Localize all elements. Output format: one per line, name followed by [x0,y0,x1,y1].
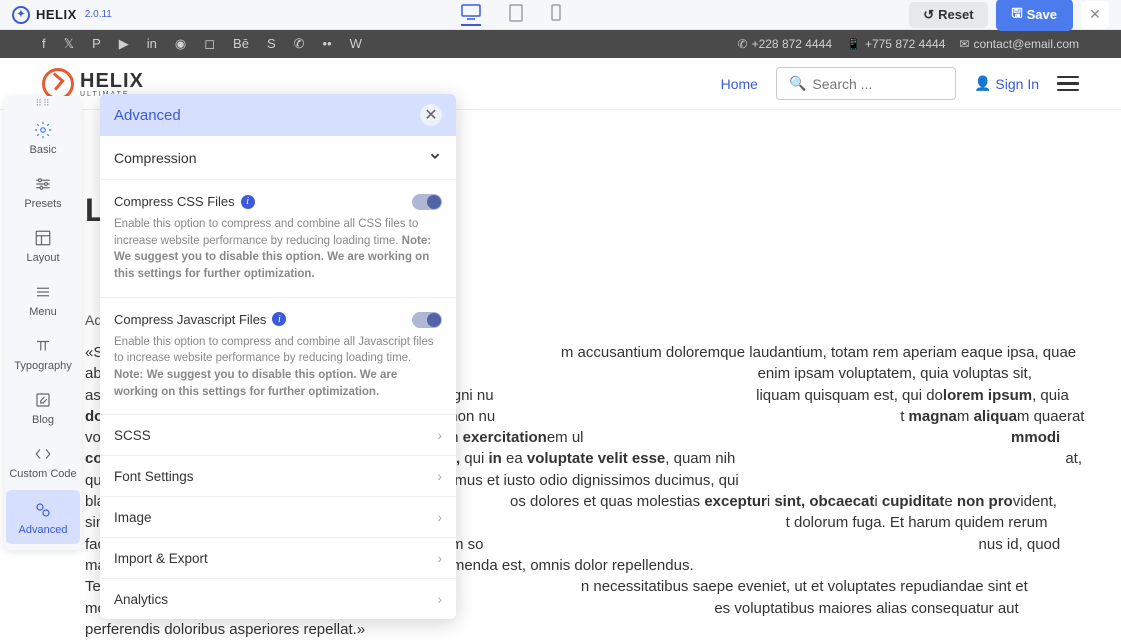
info-icon[interactable]: i [241,195,255,209]
compress-css-label: Compress CSS Filesi [114,194,255,209]
sidebar-item-layout[interactable]: Layout [4,218,82,272]
search-input[interactable]: 🔍 [776,67,956,100]
code-icon [33,444,53,464]
reset-icon: ↺ [923,7,934,23]
sidebar-label: Basic [30,144,57,156]
save-button[interactable]: 🖫Save [996,0,1073,31]
tablet-icon[interactable] [509,4,523,26]
mobile-phone-icon: 📱 [846,37,861,51]
site-logo-text: HELIX [80,70,144,93]
info-icon[interactable]: i [272,312,286,326]
sidebar-label: Advanced [19,524,68,536]
sidebar: ⠿⠿ Basic Presets Layout Menu Typography … [4,96,82,550]
compress-css-desc: Enable this option to compress and combi… [114,216,442,283]
type-icon [33,336,53,356]
panel-header: Advanced ✕ [100,94,456,136]
sidebar-label: Presets [24,198,61,210]
drag-handle-icon[interactable]: ⠿⠿ [4,96,82,110]
close-app-button[interactable]: ✕ [1081,1,1109,29]
advanced-icon [33,500,53,520]
sidebar-label: Typography [14,360,71,372]
flickr-icon[interactable]: •• [323,36,332,52]
panel-item-analytics[interactable]: Analytics› [100,579,456,619]
menu-icon [33,282,53,302]
sidebar-label: Menu [29,306,57,318]
skype-icon[interactable]: S [267,36,276,52]
phone-icon: ✆ [738,37,748,51]
sidebar-item-presets[interactable]: Presets [4,164,82,218]
layout-icon [33,228,53,248]
app-logo-text: HELIX [36,7,77,22]
compress-js-label: Compress Javascript Filesi [114,312,286,327]
compress-css-toggle[interactable] [412,194,442,210]
contact-email[interactable]: ✉contact@email.com [959,37,1079,51]
edit-icon [33,390,53,410]
app-logo: ✦ HELIX 2.0.11 [12,6,112,24]
compress-css-block: Compress CSS Filesi Enable this option t… [100,180,456,298]
reset-button[interactable]: ↺Reset [909,2,987,28]
chevron-right-icon: › [437,509,442,525]
chevron-right-icon: › [437,550,442,566]
desktop-icon[interactable] [461,4,481,26]
sidebar-item-typography[interactable]: Typography [4,326,82,380]
sidebar-item-custom-code[interactable]: Custom Code [4,434,82,488]
panel-close-button[interactable]: ✕ [420,104,442,126]
panel-item-font[interactable]: Font Settings› [100,456,456,497]
panel-title: Advanced [114,107,181,124]
chevron-right-icon: › [437,468,442,484]
mobile-icon[interactable] [551,4,561,26]
linkedin-icon[interactable]: in [147,36,157,52]
chevron-right-icon: › [437,427,442,443]
user-icon: 👤 [974,75,991,92]
whatsapp-icon[interactable]: ✆ [294,36,305,52]
advanced-panel: Advanced ✕ Compression Compress CSS File… [100,94,456,619]
compress-js-toggle[interactable] [412,312,442,328]
sidebar-item-menu[interactable]: Menu [4,272,82,326]
sidebar-label: Blog [32,414,54,426]
mail-icon: ✉ [959,37,969,51]
sidebar-label: Layout [26,252,59,264]
save-icon: 🖫 [1012,4,1023,26]
compression-section[interactable]: Compression [100,136,456,180]
sidebar-item-basic[interactable]: Basic [4,110,82,164]
device-switcher [461,4,561,26]
pinterest-icon[interactable]: P [92,36,101,52]
search-icon: 🔍 [789,75,806,92]
chevron-down-icon [428,149,442,166]
panel-item-import-export[interactable]: Import & Export› [100,538,456,579]
app-version: 2.0.11 [85,9,112,20]
search-field[interactable] [812,76,943,92]
sidebar-label: Custom Code [9,468,76,480]
facebook-icon[interactable]: f [42,36,46,52]
instagram-icon[interactable]: ◻ [204,36,215,52]
sliders-icon [33,174,53,194]
section-label: Compression [114,150,196,166]
dribbble-icon[interactable]: ◉ [175,36,186,52]
chevron-right-icon: › [437,591,442,607]
phone2[interactable]: 📱+775 872 4444 [846,37,945,51]
menu-toggle[interactable] [1057,76,1079,92]
phone1[interactable]: ✆+228 872 4444 [738,37,832,51]
vk-icon[interactable]: W [350,36,362,52]
sidebar-item-blog[interactable]: Blog [4,380,82,434]
compress-js-desc: Enable this option to compress and combi… [114,334,442,401]
helix-logo-icon: ✦ [12,6,30,24]
app-topbar: ✦ HELIX 2.0.11 ↺Reset 🖫Save ✕ [0,0,1121,30]
signin-link[interactable]: 👤Sign In [974,75,1039,92]
compress-js-block: Compress Javascript Filesi Enable this o… [100,298,456,416]
sidebar-item-advanced[interactable]: Advanced [6,490,80,544]
panel-item-image[interactable]: Image› [100,497,456,538]
gear-icon [33,120,53,140]
social-bar: f 𝕏 P ▶ in ◉ ◻ Bē S ✆ •• W ✆+228 872 444… [0,30,1121,58]
panel-item-scss[interactable]: SCSS› [100,415,456,456]
nav-home[interactable]: Home [721,76,758,92]
behance-icon[interactable]: Bē [233,36,249,52]
site-logo-icon [42,68,74,100]
youtube-icon[interactable]: ▶ [119,36,129,52]
twitter-icon[interactable]: 𝕏 [64,36,74,52]
